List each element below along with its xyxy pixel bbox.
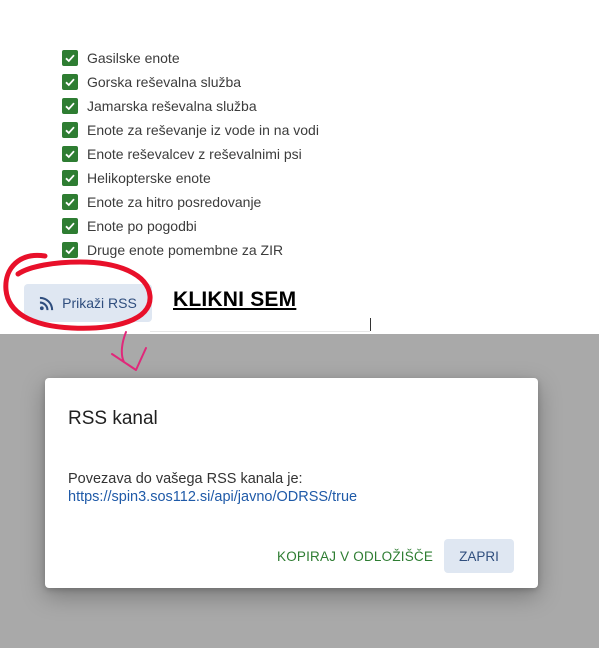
- checklist-item[interactable]: Enote reševalcev z reševalnimi psi: [62, 142, 402, 166]
- checkbox-checked-icon[interactable]: [62, 50, 78, 66]
- dialog-description: Povezava do vašega RSS kanala je:: [68, 471, 303, 487]
- rss-dialog: RSS kanal Povezava do vašega RSS kanala …: [45, 378, 538, 588]
- checklist-item-label: Enote za hitro posredovanje: [87, 194, 262, 210]
- checklist-item-label: Enote po pogodbi: [87, 218, 197, 234]
- rss-icon: [39, 296, 54, 310]
- checklist-item[interactable]: Helikopterske enote: [62, 166, 402, 190]
- checklist-item[interactable]: Gorska reševalna služba: [62, 70, 402, 94]
- dialog-title: RSS kanal: [68, 408, 158, 429]
- checklist-item[interactable]: Enote po pogodbi: [62, 214, 402, 238]
- checklist-item-label: Jamarska reševalna služba: [87, 98, 257, 114]
- checklist-item-label: Enote za reševanje iz vode in na vodi: [87, 122, 319, 138]
- copy-to-clipboard-button[interactable]: KOPIRAJ V ODLOŽIŠČE: [273, 539, 437, 573]
- checkbox-checked-icon[interactable]: [62, 122, 78, 138]
- checkbox-checked-icon[interactable]: [62, 74, 78, 90]
- checklist-item[interactable]: Gasilske enote: [62, 46, 402, 70]
- checkbox-checked-icon[interactable]: [62, 146, 78, 162]
- checklist-item-label: Gasilske enote: [87, 50, 180, 66]
- checkbox-checked-icon[interactable]: [62, 98, 78, 114]
- checkbox-checked-icon[interactable]: [62, 170, 78, 186]
- show-rss-button[interactable]: Prikaži RSS: [24, 284, 152, 322]
- annotation-click-here: KLIKNI SEM: [173, 288, 297, 311]
- close-button[interactable]: ZAPRI: [444, 539, 514, 573]
- checkbox-checked-icon[interactable]: [62, 242, 78, 258]
- rss-feed-link[interactable]: https://spin3.sos112.si/api/javno/ODRSS/…: [68, 489, 357, 505]
- checklist-item-label: Druge enote pomembne za ZIR: [87, 242, 284, 258]
- checklist-item[interactable]: Jamarska reševalna služba: [62, 94, 402, 118]
- checklist-item-label: Enote reševalcev z reševalnimi psi: [87, 146, 302, 162]
- checklist-item[interactable]: Druge enote pomembne za ZIR: [62, 238, 402, 262]
- divider-line: [150, 331, 370, 332]
- show-rss-button-label: Prikaži RSS: [62, 295, 137, 311]
- checkbox-checked-icon[interactable]: [62, 194, 78, 210]
- checklist-item-label: Gorska reševalna služba: [87, 74, 242, 90]
- checklist-item[interactable]: Enote za reševanje iz vode in na vodi: [62, 118, 402, 142]
- checklist-item[interactable]: Enote za hitro posredovanje: [62, 190, 402, 214]
- checklist-item-label: Helikopterske enote: [87, 170, 211, 186]
- unit-checklist: Gasilske enote Gorska reševalna služba J…: [62, 46, 402, 262]
- text-caret: [370, 318, 371, 331]
- checkbox-checked-icon[interactable]: [62, 218, 78, 234]
